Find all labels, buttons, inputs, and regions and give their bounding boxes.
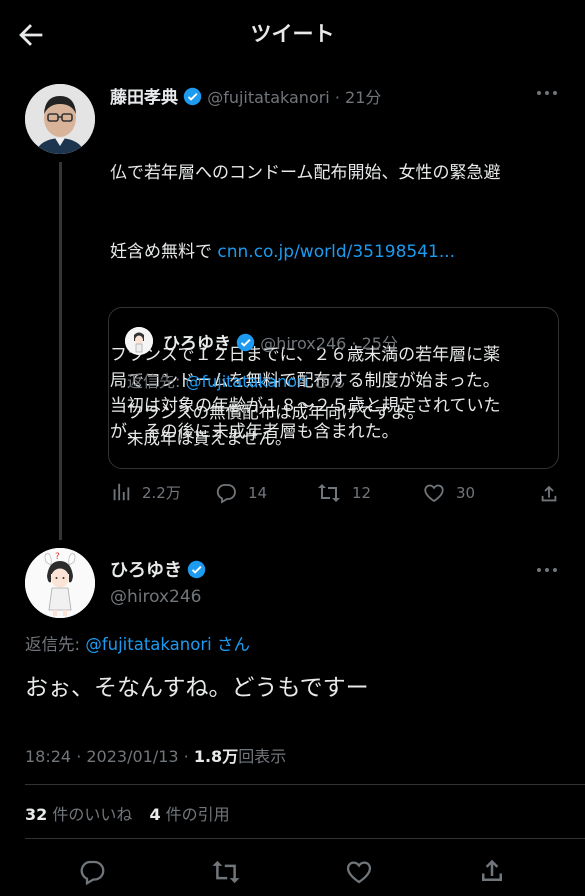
reply-icon	[216, 484, 236, 504]
retweet-count: 12	[352, 484, 372, 502]
reply-avatar[interactable]: ?	[25, 548, 95, 618]
like-count: 30	[456, 484, 476, 502]
share-icon[interactable]	[477, 856, 507, 886]
reply-count: 14	[248, 484, 268, 502]
page-title: ツイート	[250, 22, 335, 46]
retweet-icon	[318, 484, 340, 502]
views-count: 1.8万	[193, 747, 239, 766]
likes-label: 件のいいね	[47, 805, 133, 824]
reply-author-handle[interactable]: @hirox246	[110, 587, 206, 607]
quote-text: フランスの無償配布は成年向けですよ。 未成年は貰えません。	[127, 403, 424, 448]
verified-badge-icon	[236, 333, 255, 352]
author-handle[interactable]: @fujitatakanori	[207, 88, 330, 107]
character-avatar-icon	[125, 327, 153, 355]
reply-to-suffix: さん	[211, 635, 250, 654]
views-chart-icon	[113, 483, 130, 501]
tweet-time[interactable]: · 21分	[335, 88, 382, 107]
tweet-text-prefix: 妊含め無料で	[110, 242, 218, 262]
heart-icon	[424, 484, 444, 503]
tweet-text-line2: 妊含め無料で cnn.co.jp/world/35198541...	[110, 240, 570, 265]
quote-author-handle: @hirox246	[260, 334, 347, 353]
more-options-icon[interactable]	[535, 89, 559, 97]
article-link[interactable]: cnn.co.jp/world/35198541...	[217, 242, 455, 262]
reply-action[interactable]: 14	[214, 481, 267, 505]
retweet-action[interactable]: 12	[316, 481, 371, 505]
tweet-actions: 2.2万 14 12 30	[110, 481, 560, 509]
reply-author-name[interactable]: ひろゆき	[110, 560, 182, 581]
reply-to-line: 返信先: @fujitatakanori さん	[25, 631, 250, 655]
svg-text:?: ?	[55, 552, 60, 562]
verified-badge-icon	[187, 560, 206, 579]
views-count: 2.2万	[142, 483, 181, 502]
retweet-icon[interactable]	[210, 857, 242, 887]
author-name[interactable]: 藤田孝典	[110, 88, 178, 108]
reply-to-label: 返信先:	[25, 635, 86, 654]
character-avatar-icon: ?	[25, 548, 95, 618]
quote-reply-to: 返信先: @fujitatakanori さん	[127, 368, 345, 392]
reply-icon[interactable]	[77, 857, 107, 887]
verified-badge-icon	[183, 87, 202, 106]
like-action[interactable]: 30	[422, 481, 475, 505]
reply-to-label: 返信先:	[127, 372, 186, 391]
reply-to-suffix: さん	[308, 372, 346, 391]
top-bar: ツイート	[0, 0, 585, 66]
quote-header: ひろゆき @hirox246 · 25分	[163, 329, 398, 354]
share-icon[interactable]	[538, 483, 560, 505]
tweet-header: 藤田孝典 @fujitatakanori · 21分	[110, 83, 382, 108]
timestamp[interactable]: 18:24 · 2023/01/13 ·	[25, 747, 194, 766]
thread-line	[59, 162, 62, 540]
divider	[25, 784, 585, 785]
avatar[interactable]	[25, 84, 95, 154]
heart-icon[interactable]	[344, 857, 374, 887]
likes-stat[interactable]: 32 件のいいね	[25, 805, 132, 824]
quotes-label: 件の引用	[160, 805, 230, 824]
reply-to-handle[interactable]: @fujitatakanori	[185, 372, 308, 391]
views-label: 回表示	[238, 747, 287, 766]
quotes-stat[interactable]: 4 件の引用	[149, 805, 229, 824]
quotes-count: 4	[149, 805, 161, 824]
engagement-stats: 32 件のいいね 4 件の引用	[25, 801, 230, 825]
person-portrait-icon	[25, 84, 95, 154]
quote-time: · 25分	[351, 334, 398, 353]
reply-text: おぉ、そなんすね。どうもですー	[25, 675, 369, 701]
divider	[25, 838, 585, 839]
more-options-icon[interactable]	[535, 566, 559, 574]
reply-to-handle[interactable]: @fujitatakanori	[85, 635, 211, 654]
quote-author-name: ひろゆき	[163, 334, 231, 354]
reply-author-block: ひろゆき @hirox246	[110, 556, 206, 607]
views-action[interactable]: 2.2万	[110, 481, 181, 503]
tweet-meta: 18:24 · 2023/01/13 · 1.8万回表示	[25, 743, 286, 767]
tweet-text-line1: 仏で若年層へのコンドーム配布開始、女性の緊急避	[110, 163, 501, 183]
quote-avatar[interactable]	[125, 327, 153, 355]
likes-count: 32	[25, 805, 48, 824]
quoted-tweet[interactable]: ひろゆき @hirox246 · 25分 返信先: @fujitatakanor…	[108, 307, 559, 469]
